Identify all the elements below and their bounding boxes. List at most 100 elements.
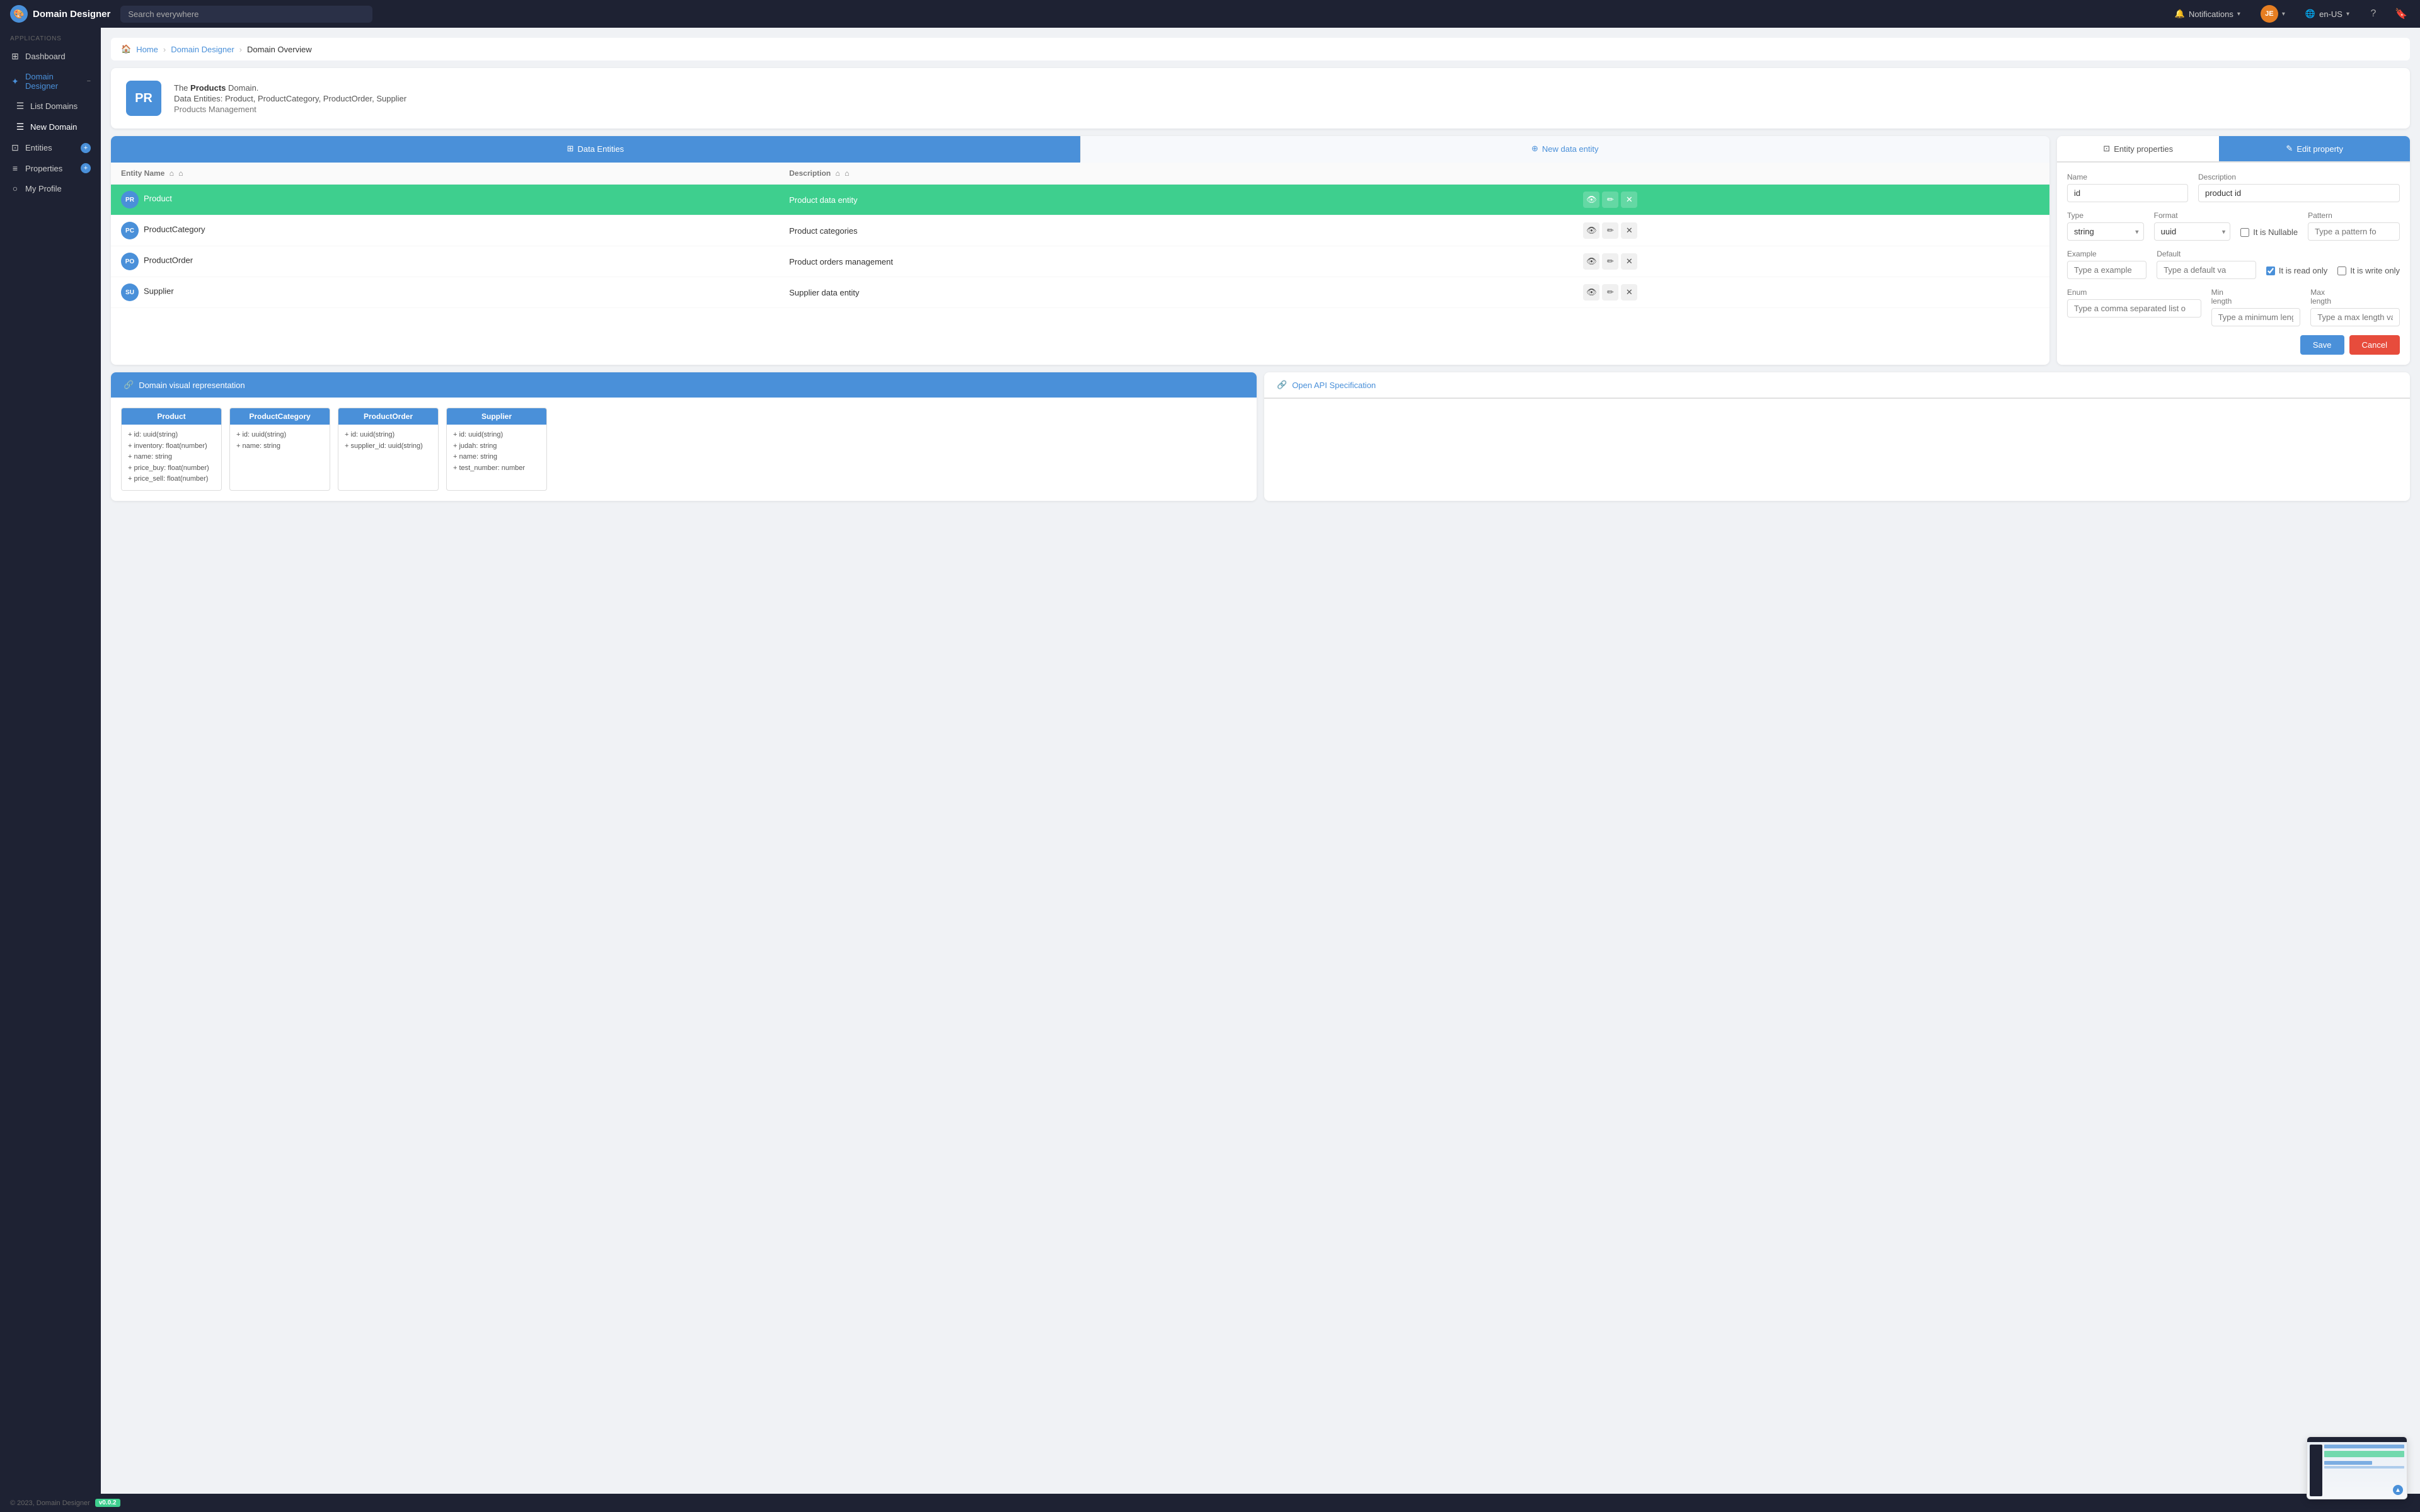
sidebar-item-dashboard[interactable]: ⊞ Dashboard <box>0 46 101 67</box>
add-badge: + <box>81 163 91 173</box>
cancel-button[interactable]: Cancel <box>2349 335 2400 355</box>
user-avatar-section[interactable]: JE ▾ <box>2256 3 2290 25</box>
search-placeholder: Search everywhere <box>128 9 199 19</box>
delete-button[interactable]: ✕ <box>1621 192 1637 208</box>
sort-icon[interactable]: ⌂ <box>170 169 174 178</box>
entity-avatar: SU <box>121 284 139 301</box>
edit-button[interactable]: ✏ <box>1602 253 1618 270</box>
avatar: JE <box>2261 5 2278 23</box>
tab-data-entities[interactable]: ⊞ Data Entities <box>111 136 1080 163</box>
row-actions: 👁 ✏ ✕ <box>1583 253 2039 270</box>
dashboard-icon: ⊞ <box>10 51 20 62</box>
sidebar-item-entities[interactable]: ⊡ Entities + <box>0 137 101 158</box>
bell-icon: 🔔 <box>2175 9 2185 19</box>
type-select[interactable]: stringnumberbooleanobjectarray <box>2067 222 2144 241</box>
thumbnail-chevron[interactable]: ▲ <box>2393 1485 2403 1495</box>
table-row[interactable]: PRProductProduct data entity 👁 ✏ ✕ <box>111 185 2049 215</box>
save-button[interactable]: Save <box>2300 335 2344 355</box>
tab-entity-properties[interactable]: ⊡ Entity properties <box>2057 136 2219 163</box>
search-bar[interactable]: Search everywhere <box>120 6 372 23</box>
domain-intro: The <box>174 83 188 93</box>
sidebar-item-domain-designer[interactable]: ✦ Domain Designer − <box>0 67 101 96</box>
bookmark-icon[interactable]: 🔖 <box>2392 5 2410 23</box>
min-length-input[interactable] <box>2211 308 2301 326</box>
domain-intro-suffix: Domain. <box>228 83 258 93</box>
domain-entities: Data Entities: Product, ProductCategory,… <box>174 94 406 103</box>
enum-input[interactable] <box>2067 299 2201 318</box>
filter-icon[interactable]: ⌂ <box>844 169 849 178</box>
tab-openapi[interactable]: 🔗 Open API Specification <box>1264 372 2410 399</box>
delete-button[interactable]: ✕ <box>1621 284 1637 301</box>
entity-diagram-row: + name: string <box>128 452 215 463</box>
filter-icon[interactable]: ⌂ <box>178 169 183 178</box>
domain-designer-icon: ✦ <box>10 76 20 87</box>
breadcrumb-domain-designer[interactable]: Domain Designer <box>171 45 234 54</box>
row-actions: 👁 ✏ ✕ <box>1583 222 2039 239</box>
entity-description: Product categories <box>779 215 1573 246</box>
notifications-label: Notifications <box>2189 9 2233 19</box>
default-input[interactable] <box>2157 261 2256 279</box>
add-badge: + <box>81 143 91 153</box>
tab-visual-representation[interactable]: 🔗 Domain visual representation <box>111 372 1257 398</box>
main-content: 🏠 Home › Domain Designer › Domain Overvi… <box>101 28 2420 1494</box>
bottom-section: 🔗 Domain visual representation Product+ … <box>111 372 2410 501</box>
language-selector[interactable]: 🌐 en-US ▾ <box>2300 6 2354 21</box>
row-actions: 👁 ✏ ✕ <box>1583 192 2039 208</box>
view-button[interactable]: 👁 <box>1583 284 1599 301</box>
openapi-panel: 🔗 Open API Specification <box>1264 372 2410 501</box>
pattern-input[interactable] <box>2308 222 2400 241</box>
name-input[interactable] <box>2067 184 2188 202</box>
tab-new-data-entity[interactable]: ⊕ New data entity <box>1080 136 2050 163</box>
footer-copyright: © 2023, Domain Designer <box>10 1499 90 1507</box>
nullable-checkbox[interactable] <box>2240 228 2249 237</box>
entity-avatar: PC <box>121 222 139 239</box>
table-row[interactable]: POProductOrderProduct orders management … <box>111 246 2049 277</box>
footer-bar: © 2023, Domain Designer v0.0.2 <box>0 1494 2420 1512</box>
description-input[interactable] <box>2198 184 2400 202</box>
max-length-input[interactable] <box>2310 308 2400 326</box>
breadcrumb: 🏠 Home › Domain Designer › Domain Overvi… <box>111 38 2410 60</box>
read-only-checkbox[interactable] <box>2266 266 2275 275</box>
edit-button[interactable]: ✏ <box>1602 284 1618 301</box>
breadcrumb-home[interactable]: Home <box>136 45 158 54</box>
write-only-checkbox[interactable] <box>2337 266 2346 275</box>
sidebar-item-new-domain[interactable]: ☰ New Domain <box>5 117 101 137</box>
entity-name: ProductCategory <box>144 225 205 234</box>
tab-edit-property[interactable]: ✎ Edit property <box>2219 136 2410 163</box>
help-icon[interactable]: ? <box>2365 5 2382 23</box>
breadcrumb-sep: › <box>239 45 242 54</box>
domain-description: The Products Domain. <box>174 83 406 93</box>
sidebar-item-my-profile[interactable]: ○ My Profile <box>0 178 101 198</box>
delete-button[interactable]: ✕ <box>1621 253 1637 270</box>
thumbnail-overlay: ▲ <box>2307 1436 2407 1499</box>
entity-diagram: ProductCategory+ id: uuid(string)+ name:… <box>229 408 330 491</box>
row-actions: 👁 ✏ ✕ <box>1583 284 2039 301</box>
nullable-label[interactable]: It is Nullable <box>2253 227 2298 237</box>
delete-button[interactable]: ✕ <box>1621 222 1637 239</box>
tab-label: Edit property <box>2296 144 2343 154</box>
entity-diagram: ProductOrder+ id: uuid(string)+ supplier… <box>338 408 439 491</box>
view-button[interactable]: 👁 <box>1583 253 1599 270</box>
view-button[interactable]: 👁 <box>1583 222 1599 239</box>
read-only-label[interactable]: It is read only <box>2279 266 2327 275</box>
edit-button[interactable]: ✏ <box>1602 192 1618 208</box>
table-icon: ⊞ <box>567 144 573 154</box>
breadcrumb-sep: › <box>163 45 166 54</box>
format-select[interactable]: uuiddatedate-timeemailurinone <box>2154 222 2231 241</box>
sidebar-item-list-domains[interactable]: ☰ List Domains <box>5 96 101 117</box>
entity-diagram-row: + name: string <box>236 441 323 452</box>
example-input[interactable] <box>2067 261 2146 279</box>
view-button[interactable]: 👁 <box>1583 192 1599 208</box>
table-row[interactable]: SUSupplierSupplier data entity 👁 ✏ ✕ <box>111 277 2049 308</box>
default-label: Default <box>2157 249 2256 258</box>
sidebar-item-label: Domain Designer <box>25 72 82 91</box>
sidebar-item-properties[interactable]: ≡ Properties + <box>0 158 101 178</box>
sidebar-item-label: Properties <box>25 164 76 173</box>
table-row[interactable]: PC ProductCategory Product categories 👁 ✏ … <box>111 215 2049 246</box>
write-only-label[interactable]: It is write only <box>2350 266 2400 275</box>
edit-button[interactable]: ✏ <box>1602 222 1618 239</box>
entities-tab-bar: ⊞ Data Entities ⊕ New data entity <box>111 136 2049 163</box>
tab-label: Entity properties <box>2114 144 2173 154</box>
sort-icon[interactable]: ⌂ <box>836 169 840 178</box>
notifications-button[interactable]: 🔔 Notifications ▾ <box>2170 6 2245 21</box>
